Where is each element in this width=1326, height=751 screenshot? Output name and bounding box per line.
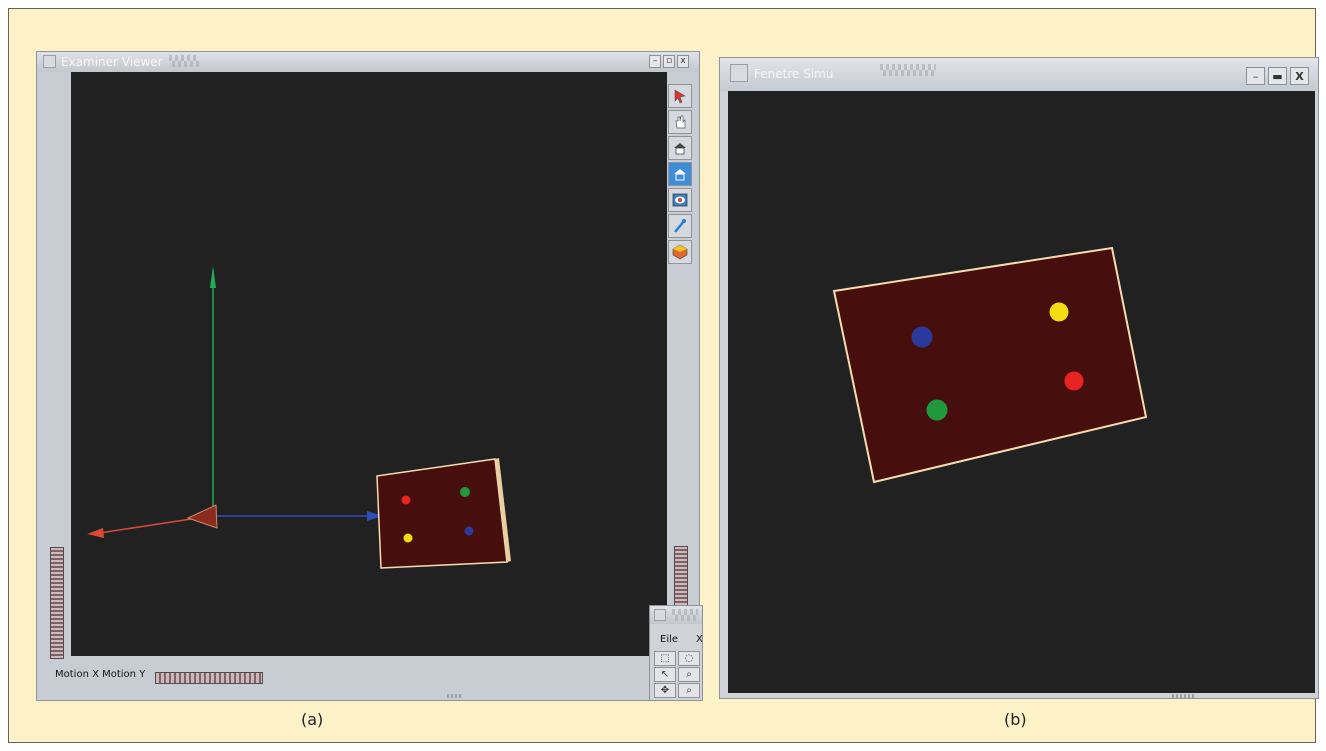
zoom-tool-icon[interactable]: ⌕ bbox=[678, 667, 700, 682]
resize-grip[interactable] bbox=[447, 694, 463, 698]
small-title-decoration bbox=[672, 609, 698, 621]
motion-label: Motion X Motion Y bbox=[55, 669, 146, 680]
small-window-menu-icon[interactable] bbox=[654, 609, 666, 621]
rotate-x-thumbwheel[interactable] bbox=[155, 672, 263, 684]
move-tool-icon[interactable]: ✥ bbox=[654, 683, 676, 698]
simu-blue-dot bbox=[911, 326, 933, 348]
scene-graphics bbox=[87, 266, 511, 569]
home-icon[interactable] bbox=[668, 136, 692, 160]
select-tool-icon[interactable]: ⬚ bbox=[654, 651, 676, 666]
blue-dot bbox=[464, 526, 474, 536]
pick-arrow-icon[interactable] bbox=[668, 84, 692, 108]
simu-scene-graphics bbox=[832, 246, 1148, 484]
examiner-3d-viewport[interactable] bbox=[71, 72, 667, 656]
origin-cone bbox=[186, 504, 218, 529]
simu-yellow-dot bbox=[1049, 302, 1069, 322]
simu-title-decoration bbox=[880, 64, 936, 76]
set-home-icon[interactable] bbox=[668, 162, 692, 186]
seek-icon[interactable] bbox=[668, 214, 692, 238]
dolly-thumbwheel[interactable] bbox=[674, 546, 688, 606]
close-button[interactable]: x bbox=[677, 55, 689, 68]
simu-title-bar[interactable]: Fenetre Simu – ▬ X bbox=[720, 58, 1318, 91]
lasso-tool-icon[interactable]: ◌ bbox=[678, 651, 700, 666]
simu-viewport[interactable] bbox=[728, 91, 1315, 693]
examiner-window-title: Examiner Viewer bbox=[61, 55, 163, 69]
rotate-y-thumbwheel[interactable] bbox=[50, 547, 64, 659]
simu-window: Fenetre Simu – ▬ X bbox=[719, 57, 1319, 699]
minimize-button[interactable]: – bbox=[649, 55, 661, 68]
caption-a: (a) bbox=[301, 710, 324, 729]
examiner-title-bar[interactable]: Examiner Viewer – ▫ x bbox=[37, 52, 699, 72]
x-axis-arrowhead bbox=[87, 528, 104, 538]
simu-close-button[interactable]: X bbox=[1290, 67, 1309, 85]
magnify-tool-icon[interactable]: ⌕ bbox=[678, 683, 700, 698]
figure-panel: Examiner Viewer – ▫ x Motion X Motion Y … bbox=[8, 8, 1319, 743]
small-tool-window: Eile X ⬚ ◌ ↖ ⌕ ✥ ⌕ bbox=[649, 605, 703, 701]
simu-maximize-button[interactable]: ▬ bbox=[1268, 67, 1287, 85]
simu-resize-grip[interactable] bbox=[1172, 694, 1194, 698]
simu-red-dot bbox=[1064, 371, 1084, 391]
small-window-title-bar[interactable] bbox=[650, 606, 702, 624]
projection-icon[interactable] bbox=[668, 240, 692, 264]
green-dot bbox=[460, 487, 470, 497]
y-axis-arrowhead bbox=[210, 266, 216, 288]
simu-window-title: Fenetre Simu bbox=[754, 67, 834, 81]
simu-board bbox=[832, 246, 1148, 484]
window-menu-icon[interactable] bbox=[43, 55, 56, 68]
yellow-dot bbox=[403, 533, 413, 543]
simu-green-dot bbox=[926, 399, 948, 421]
title-decoration bbox=[169, 55, 199, 67]
next-menu[interactable]: X bbox=[696, 634, 702, 645]
caption-b: (b) bbox=[1004, 710, 1027, 729]
simu-window-menu-icon[interactable] bbox=[730, 64, 748, 82]
view-all-icon[interactable] bbox=[668, 188, 692, 212]
file-menu[interactable]: Eile bbox=[660, 634, 678, 645]
maximize-button[interactable]: ▫ bbox=[663, 55, 675, 68]
examiner-viewer-window: Examiner Viewer – ▫ x Motion X Motion Y bbox=[36, 51, 700, 701]
hand-icon[interactable] bbox=[668, 110, 692, 134]
pointer-tool-icon[interactable]: ↖ bbox=[654, 667, 676, 682]
simu-minimize-button[interactable]: – bbox=[1246, 67, 1265, 85]
red-dot bbox=[401, 495, 411, 505]
board bbox=[376, 458, 508, 569]
